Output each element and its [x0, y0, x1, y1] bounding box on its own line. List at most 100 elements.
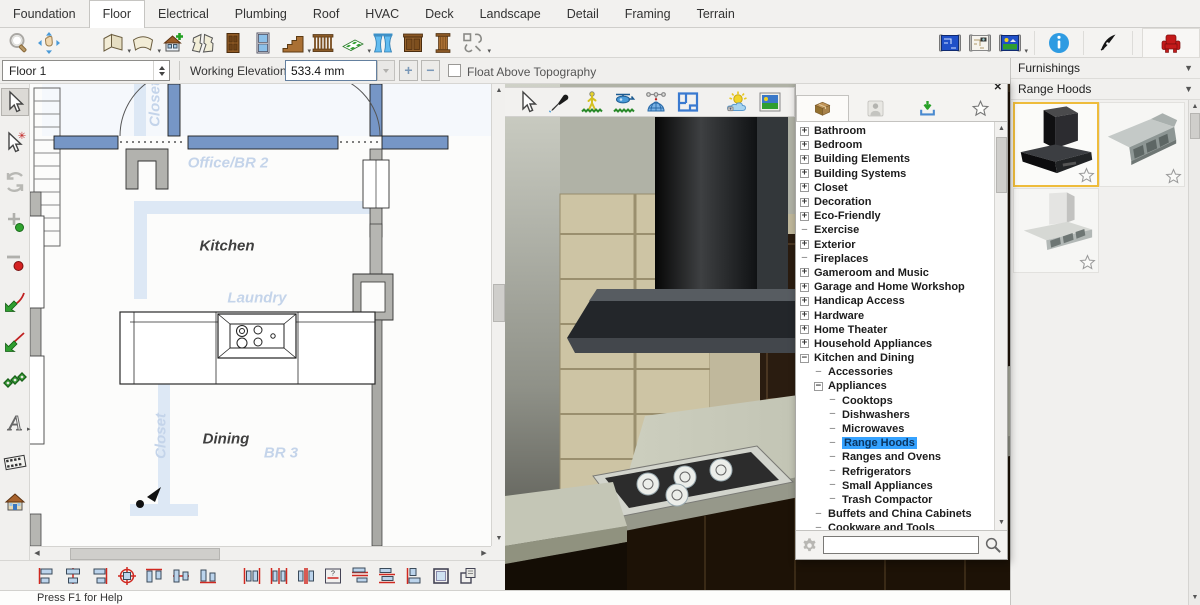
- tree-item-bathroom[interactable]: +Bathroom: [796, 124, 994, 138]
- break-wall-tool[interactable]: [190, 30, 216, 56]
- menu-tab-framing[interactable]: Framing: [612, 1, 684, 27]
- range-hood-under-cabinet[interactable]: [1099, 102, 1185, 187]
- tree-item-ranges-and-ovens[interactable]: Ranges and Ovens: [796, 450, 994, 464]
- favorite-star-icon[interactable]: [1077, 166, 1096, 185]
- tree-expand-icon[interactable]: +: [800, 183, 809, 192]
- info-button[interactable]: [1046, 30, 1072, 56]
- library-user-catalog-tab[interactable]: [849, 95, 902, 121]
- column-tool[interactable]: [430, 30, 456, 56]
- tree-item-bedroom[interactable]: +Bedroom: [796, 138, 994, 152]
- search-icon[interactable]: [984, 536, 1002, 554]
- picture-plan-view[interactable]: [967, 30, 993, 56]
- picture-tool[interactable]: [757, 89, 783, 115]
- tree-item-closet[interactable]: +Closet: [796, 181, 994, 195]
- cabinet-tool[interactable]: [400, 30, 426, 56]
- curved-wall-tool[interactable]: ▾: [130, 30, 156, 56]
- tree-expand-icon[interactable]: +: [800, 339, 809, 348]
- zoom-tool[interactable]: [6, 30, 32, 56]
- tree-item-trash-compactor[interactable]: Trash Compactor: [796, 493, 994, 507]
- select-tool-3d[interactable]: [515, 89, 541, 115]
- orbit-camera-tool[interactable]: [643, 89, 669, 115]
- plan-vertical-scrollbar[interactable]: ▲ ▼: [491, 84, 505, 546]
- copy-region-button[interactable]: [458, 566, 478, 586]
- line-from-arc-tool[interactable]: [2, 329, 28, 355]
- library-browse-tab[interactable]: [796, 95, 849, 121]
- align-right-button[interactable]: [90, 566, 110, 586]
- scrollbar-thumb[interactable]: [996, 137, 1007, 193]
- menu-tab-landscape[interactable]: Landscape: [467, 1, 554, 27]
- menu-tab-hvac[interactable]: HVAC: [352, 1, 412, 27]
- tree-item-refrigerators[interactable]: Refrigerators: [796, 465, 994, 479]
- camera-view-tool[interactable]: [2, 489, 28, 515]
- pen-annotation-tool[interactable]: [1095, 30, 1121, 56]
- tree-item-garage-and-home-workshop[interactable]: +Garage and Home Workshop: [796, 280, 994, 294]
- scrollbar-thumb[interactable]: [1190, 113, 1200, 139]
- garden-border-tool[interactable]: [2, 369, 28, 395]
- tree-expand-icon[interactable]: +: [800, 212, 809, 221]
- tree-expand-icon[interactable]: +: [800, 155, 809, 164]
- tree-item-decoration[interactable]: +Decoration: [796, 195, 994, 209]
- scrollbar-thumb[interactable]: [70, 548, 220, 560]
- build-house-tool[interactable]: [160, 30, 186, 56]
- flyover-camera-tool[interactable]: [611, 89, 637, 115]
- tree-item-handicap-access[interactable]: +Handicap Access: [796, 294, 994, 308]
- tree-expand-icon[interactable]: +: [800, 127, 809, 136]
- walkthrough-tool[interactable]: [2, 449, 28, 475]
- stagger-top-button[interactable]: [350, 566, 370, 586]
- scroll-down-icon[interactable]: ▼: [492, 532, 506, 546]
- window-tool[interactable]: [250, 30, 276, 56]
- scrollbar-thumb[interactable]: [493, 284, 505, 322]
- plan-view-tool[interactable]: [675, 89, 701, 115]
- elevation-increase-button[interactable]: +: [399, 60, 418, 81]
- space-evenly-horizontal-button[interactable]: [242, 566, 262, 586]
- floor-material-tool[interactable]: ▾: [340, 30, 366, 56]
- floor-plan-view[interactable]: ClosetOffice/BR 2KitchenLaundryClosetDin…: [30, 84, 505, 560]
- elevation-decrease-button[interactable]: −: [421, 60, 440, 81]
- tree-expand-icon[interactable]: +: [800, 283, 809, 292]
- tree-item-exterior[interactable]: +Exterior: [796, 238, 994, 252]
- tree-item-appliances[interactable]: −Appliances: [796, 379, 994, 393]
- range-hood-dark-chimney[interactable]: [1013, 102, 1099, 187]
- straight-wall-tool[interactable]: ▾: [100, 30, 126, 56]
- tree-expand-icon[interactable]: +: [800, 198, 809, 207]
- floor-selector[interactable]: Floor 1: [2, 60, 170, 81]
- menu-tab-roof[interactable]: Roof: [300, 1, 352, 27]
- select-similar-tool[interactable]: ✳: [2, 129, 28, 155]
- offset-corner-button[interactable]: [404, 566, 424, 586]
- rectangle-frame-button[interactable]: [431, 566, 451, 586]
- scroll-down-icon[interactable]: ▼: [995, 516, 1007, 530]
- pan-tool[interactable]: [36, 30, 62, 56]
- tree-item-small-appliances[interactable]: Small Appliances: [796, 479, 994, 493]
- tree-item-microwaves[interactable]: Microwaves: [796, 422, 994, 436]
- menu-tab-terrain[interactable]: Terrain: [684, 1, 748, 27]
- make-same-spacing-button[interactable]: [296, 566, 316, 586]
- furniture-library-tab[interactable]: [1158, 30, 1184, 56]
- tree-item-fireplaces[interactable]: Fireplaces: [796, 252, 994, 266]
- tree-item-accessories[interactable]: Accessories: [796, 365, 994, 379]
- tree-item-cookware-and-tools[interactable]: Cookware and Tools: [796, 521, 994, 531]
- library-favorites-tab[interactable]: [954, 95, 1007, 121]
- furnishings-subcategory-dropdown[interactable]: Range Hoods ▼: [1011, 79, 1200, 100]
- tree-expand-icon[interactable]: +: [800, 297, 809, 306]
- tree-item-buffets-and-china-cabinets[interactable]: Buffets and China Cabinets: [796, 507, 994, 521]
- menu-tab-deck[interactable]: Deck: [412, 1, 466, 27]
- tree-item-exercise[interactable]: Exercise: [796, 223, 994, 237]
- tree-expand-icon[interactable]: +: [800, 240, 809, 249]
- tree-item-building-systems[interactable]: +Building Systems: [796, 167, 994, 181]
- tree-collapse-icon[interactable]: −: [814, 382, 823, 391]
- tree-item-hardware[interactable]: +Hardware: [796, 308, 994, 322]
- tree-item-cooktops[interactable]: Cooktops: [796, 394, 994, 408]
- floor-spinner[interactable]: [153, 61, 169, 80]
- library-tree-scrollbar[interactable]: ▲ ▼: [994, 122, 1007, 530]
- align-middle-button[interactable]: [171, 566, 191, 586]
- library-download-tab[interactable]: [902, 95, 955, 121]
- dimension-query-button[interactable]: ?: [323, 566, 343, 586]
- favorite-star-icon[interactable]: [1078, 253, 1097, 272]
- align-top-button[interactable]: [144, 566, 164, 586]
- menu-tab-plumbing[interactable]: Plumbing: [222, 1, 300, 27]
- window-treatment-tool[interactable]: [370, 30, 396, 56]
- menu-tab-electrical[interactable]: Electrical: [145, 1, 222, 27]
- tree-item-household-appliances[interactable]: +Household Appliances: [796, 337, 994, 351]
- tree-item-kitchen-and-dining[interactable]: −Kitchen and Dining: [796, 351, 994, 365]
- tree-item-range-hoods[interactable]: Range Hoods: [796, 436, 994, 450]
